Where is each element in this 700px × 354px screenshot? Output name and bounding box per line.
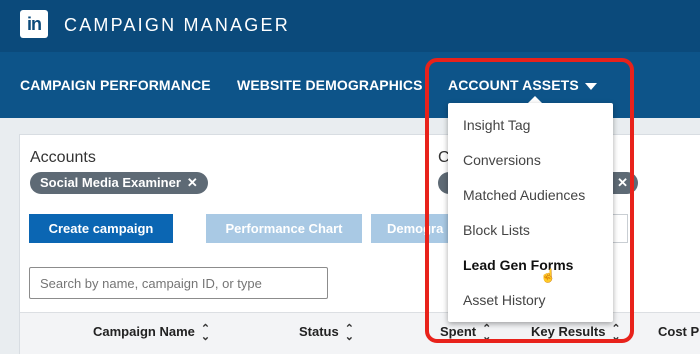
column-label: Status — [299, 324, 339, 339]
nav-label: CAMPAIGN PERFORMANCE — [20, 77, 211, 93]
close-icon[interactable]: ✕ — [187, 175, 198, 190]
linkedin-logo[interactable]: in — [20, 10, 48, 38]
top-header: in CAMPAIGN MANAGER — [0, 0, 700, 52]
column-status[interactable]: Status ⌃ ⌄ — [299, 323, 354, 342]
column-campaign-name[interactable]: Campaign Name ⌃ ⌄ — [93, 323, 210, 342]
sort-icon[interactable]: ⌃ ⌄ — [345, 323, 354, 342]
column-label: Cost P — [658, 324, 700, 339]
accounts-label: Accounts — [30, 149, 96, 166]
nav-label: WEBSITE DEMOGRAPHICS — [237, 77, 423, 93]
highlight-box — [425, 58, 634, 343]
column-cost-per[interactable]: Cost P — [658, 324, 699, 339]
nav-campaign-performance[interactable]: CAMPAIGN PERFORMANCE — [20, 77, 211, 93]
nav-website-demographics[interactable]: WEBSITE DEMOGRAPHICS — [237, 77, 423, 93]
account-filter-chip: Social Media Examiner ✕ — [30, 172, 208, 194]
performance-chart-button[interactable]: Performance Chart — [206, 214, 362, 243]
campaign-search-input[interactable] — [29, 267, 328, 299]
app-title: CAMPAIGN MANAGER — [64, 15, 290, 35]
create-campaign-button[interactable]: Create campaign — [29, 214, 173, 243]
column-label: Campaign Name — [93, 324, 195, 339]
chip-label: Social Media Examiner — [40, 175, 181, 190]
sort-icon[interactable]: ⌃ ⌄ — [201, 323, 210, 342]
